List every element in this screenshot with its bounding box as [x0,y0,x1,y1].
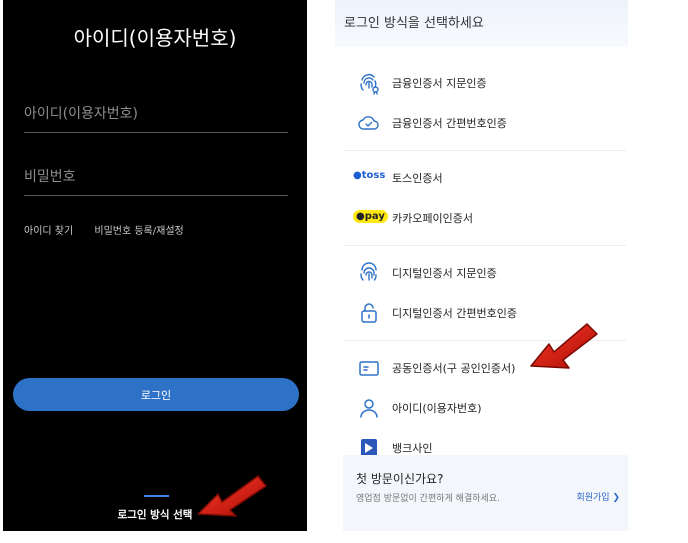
signup-link[interactable]: 회원가입 ❯ [576,490,620,503]
card-icon [357,356,381,380]
id-input-placeholder: 아이디(이용자번호) [24,106,138,122]
page-title: 아이디(이용자번호) [73,26,237,50]
fingerprint-icon [357,261,381,285]
lock-icon [357,301,381,325]
method-item-label: 공동인증서(구 공인인증서) [392,362,516,375]
id-input[interactable]: 아이디(이용자번호) [24,100,288,133]
signup-banner: 첫 방문이신가요? 영업점 방문없이 간편하게 해결하세요. 회원가입 ❯ [343,455,628,531]
method-item-label: 디지털인증서 간편번호인증 [392,307,517,320]
fingerprint-icon [357,71,381,95]
signup-subtitle: 영업점 방문없이 간편하게 해결하세요. [356,494,500,504]
kakaopay-logo-icon: ●pay [353,210,388,223]
account-links: 아이디 찾기 비밀번호 등록/재설정 [24,222,202,237]
method-item-digital-fingerprint[interactable]: 디지털인증서 지문인증 [335,259,628,287]
find-id-link[interactable]: 아이디 찾기 [24,226,73,237]
tab-indicator [144,495,169,497]
method-item-label: 뱅크사인 [392,442,433,455]
method-item-label: 디지털인증서 지문인증 [392,267,497,280]
sheet-header: 로그인 방식을 선택하세요 [335,0,628,47]
login-screen: 아이디(이용자번호) 아이디(이용자번호) 비밀번호 아이디 찾기 비밀번호 등… [3,0,307,531]
method-item-label: 토스인증서 [392,172,443,185]
sheet-title: 로그인 방식을 선택하세요 [344,16,484,31]
method-item-finance-pin[interactable]: 금융인증서 간편번호인증 [335,109,628,137]
login-method-sheet: 로그인 방식을 선택하세요 금융인증서 지문인증 금융인증서 간편번호인증 ●t… [335,0,628,531]
divider [343,245,626,246]
method-item-label: 아이디(이용자번호) [392,402,482,415]
method-item-user-id[interactable]: 아이디(이용자번호) [335,394,628,422]
password-input-placeholder: 비밀번호 [24,169,76,185]
signup-question: 첫 방문이신가요? [356,472,444,486]
method-item-toss[interactable]: ●toss 토스인증서 [335,164,628,192]
divider [343,150,626,151]
annotation-arrow-icon [530,323,598,369]
person-icon [357,396,381,420]
login-button[interactable]: 로그인 [13,378,299,411]
cloud-check-icon [357,111,381,135]
method-item-kakaopay[interactable]: ●pay 카카오페이인증서 [335,204,628,232]
method-item-finance-fingerprint[interactable]: 금융인증서 지문인증 [335,69,628,97]
annotation-arrow-icon [197,475,267,517]
method-item-label: 금융인증서 지문인증 [392,77,487,90]
password-input[interactable]: 비밀번호 [24,163,288,196]
password-reset-link[interactable]: 비밀번호 등록/재설정 [94,226,183,237]
method-item-label: 카카오페이인증서 [392,212,473,225]
method-item-label: 금융인증서 간편번호인증 [392,117,507,130]
toss-logo-icon: ●toss [353,170,386,181]
